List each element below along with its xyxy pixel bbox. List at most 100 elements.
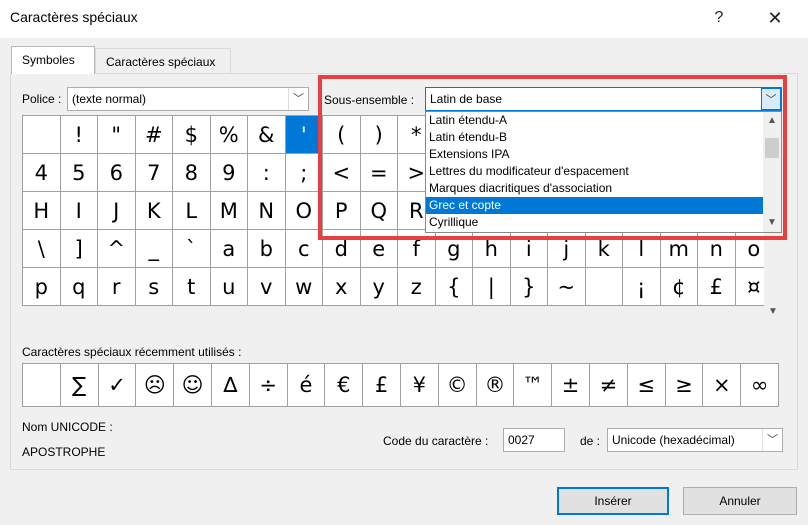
symbol-cell[interactable]: L <box>173 192 211 230</box>
symbol-cell[interactable]: ` <box>173 230 211 268</box>
symbol-cell[interactable] <box>23 116 61 154</box>
symbol-cell[interactable]: ~ <box>548 268 586 306</box>
symbol-cell[interactable]: l <box>623 230 661 268</box>
subset-option[interactable]: Cyrillique <box>426 214 781 231</box>
symbol-cell[interactable]: O <box>285 192 323 230</box>
subset-option[interactable]: Latin étendu-B <box>426 129 781 146</box>
tab-caracteres-speciaux[interactable]: Caractères spéciaux <box>95 48 231 74</box>
recent-char[interactable]: © <box>438 364 477 407</box>
symbol-cell[interactable]: ¢ <box>660 268 698 306</box>
symbol-cell[interactable]: ! <box>60 116 98 154</box>
recent-char[interactable]: ☹ <box>136 364 175 407</box>
symbol-cell[interactable]: 6 <box>98 154 136 192</box>
symbol-cell[interactable]: 8 <box>173 154 211 192</box>
scroll-down-icon[interactable]: ▼ <box>764 303 782 321</box>
insert-button[interactable]: Insérer <box>557 487 669 515</box>
symbol-cell[interactable]: Q <box>360 192 398 230</box>
symbol-cell[interactable]: y <box>360 268 398 306</box>
close-icon[interactable]: ✕ <box>760 6 790 30</box>
chevron-down-icon[interactable]: ﹀ <box>761 88 781 110</box>
symbol-cell[interactable]: | <box>473 268 511 306</box>
recent-char[interactable]: ≥ <box>665 364 704 407</box>
symbol-cell[interactable]: ¡ <box>623 268 661 306</box>
symbol-cell[interactable]: g <box>435 230 473 268</box>
symbol-cell[interactable]: H <box>23 192 61 230</box>
symbol-cell[interactable]: % <box>210 116 248 154</box>
chevron-down-icon[interactable]: ﹀ <box>288 88 308 110</box>
symbol-cell[interactable]: ( <box>323 116 361 154</box>
symbol-cell[interactable]: _ <box>135 230 173 268</box>
symbol-cell[interactable]: k <box>585 230 623 268</box>
symbol-cell[interactable]: K <box>135 192 173 230</box>
recent-char[interactable]: ® <box>476 364 515 407</box>
symbol-cell[interactable]: q <box>60 268 98 306</box>
symbol-cell[interactable]: m <box>660 230 698 268</box>
scroll-thumb[interactable] <box>765 138 779 158</box>
recent-char[interactable] <box>23 364 61 407</box>
symbol-cell[interactable]: < <box>323 154 361 192</box>
encoding-select[interactable]: Unicode (hexadécimal) ﹀ <box>607 428 783 452</box>
symbol-cell[interactable]: b <box>248 230 286 268</box>
symbol-cell[interactable]: h <box>473 230 511 268</box>
subset-option[interactable]: Marques diacritiques d'association <box>426 180 781 197</box>
symbol-cell[interactable]: $ <box>173 116 211 154</box>
symbol-cell[interactable]: s <box>135 268 173 306</box>
symbol-cell[interactable]: 9 <box>210 154 248 192</box>
subset-option-highlighted[interactable]: Grec et copte <box>426 197 781 214</box>
recent-char[interactable]: × <box>703 364 742 407</box>
recent-char[interactable]: é <box>287 364 326 407</box>
symbol-cell[interactable]: p <box>23 268 61 306</box>
symbol-cell[interactable]: ] <box>60 230 98 268</box>
scroll-down-icon[interactable]: ▼ <box>763 214 781 232</box>
recent-char[interactable]: ™ <box>514 364 553 407</box>
symbol-cell[interactable]: I <box>60 192 98 230</box>
symbol-cell[interactable] <box>585 268 623 306</box>
subset-option[interactable]: Extensions IPA <box>426 146 781 163</box>
recent-char[interactable]: ÷ <box>249 364 288 407</box>
font-select[interactable]: (texte normal) ﹀ <box>67 87 309 111</box>
symbol-cell[interactable]: M <box>210 192 248 230</box>
symbol-cell[interactable]: } <box>510 268 548 306</box>
symbol-cell[interactable]: & <box>248 116 286 154</box>
recent-char[interactable]: ¥ <box>400 364 439 407</box>
scroll-up-icon[interactable]: ▲ <box>763 112 781 130</box>
subset-option[interactable]: Latin étendu-A <box>426 112 781 129</box>
symbol-cell[interactable]: ; <box>285 154 323 192</box>
symbol-cell[interactable]: n <box>698 230 736 268</box>
symbol-cell[interactable]: d <box>323 230 361 268</box>
symbol-cell[interactable]: ) <box>360 116 398 154</box>
symbol-cell[interactable]: \ <box>23 230 61 268</box>
symbol-cell[interactable]: 7 <box>135 154 173 192</box>
symbol-cell[interactable]: e <box>360 230 398 268</box>
tab-symboles[interactable]: Symboles <box>11 46 95 74</box>
symbol-cell[interactable]: 5 <box>60 154 98 192</box>
recent-char[interactable]: ✓ <box>98 364 137 407</box>
recent-char[interactable]: ≤ <box>627 364 666 407</box>
recent-char[interactable]: ± <box>552 364 590 407</box>
char-code-input[interactable]: 0027 <box>503 428 565 452</box>
symbol-cell[interactable]: f <box>398 230 436 268</box>
symbol-cell[interactable]: : <box>248 154 286 192</box>
symbol-cell[interactable]: v <box>248 268 286 306</box>
symbol-cell[interactable]: £ <box>698 268 736 306</box>
recent-char[interactable]: £ <box>363 364 401 407</box>
recent-char[interactable]: ∆ <box>211 364 250 407</box>
cancel-button[interactable]: Annuler <box>683 487 797 515</box>
symbol-cell[interactable]: z <box>398 268 436 306</box>
subset-option[interactable]: Lettres du modificateur d'espacement <box>426 163 781 180</box>
subset-select[interactable]: Latin de base ﹀ <box>425 87 782 111</box>
subset-dropdown-scrollbar[interactable]: ▲ ▼ <box>763 112 781 232</box>
symbol-cell[interactable]: i <box>510 230 548 268</box>
recent-char[interactable]: ☺ <box>174 364 212 407</box>
symbol-cell[interactable]: u <box>210 268 248 306</box>
symbol-cell[interactable]: J <box>98 192 136 230</box>
symbol-cell[interactable]: a <box>210 230 248 268</box>
recent-char[interactable]: ∞ <box>741 364 779 407</box>
symbol-cell[interactable]: { <box>435 268 473 306</box>
symbol-cell[interactable]: # <box>135 116 173 154</box>
chevron-down-icon[interactable]: ﹀ <box>762 429 782 451</box>
symbol-cell[interactable]: = <box>360 154 398 192</box>
symbol-cell[interactable]: x <box>323 268 361 306</box>
symbol-cell-selected[interactable]: ' <box>285 116 323 154</box>
recent-char[interactable]: ∑ <box>60 364 99 407</box>
